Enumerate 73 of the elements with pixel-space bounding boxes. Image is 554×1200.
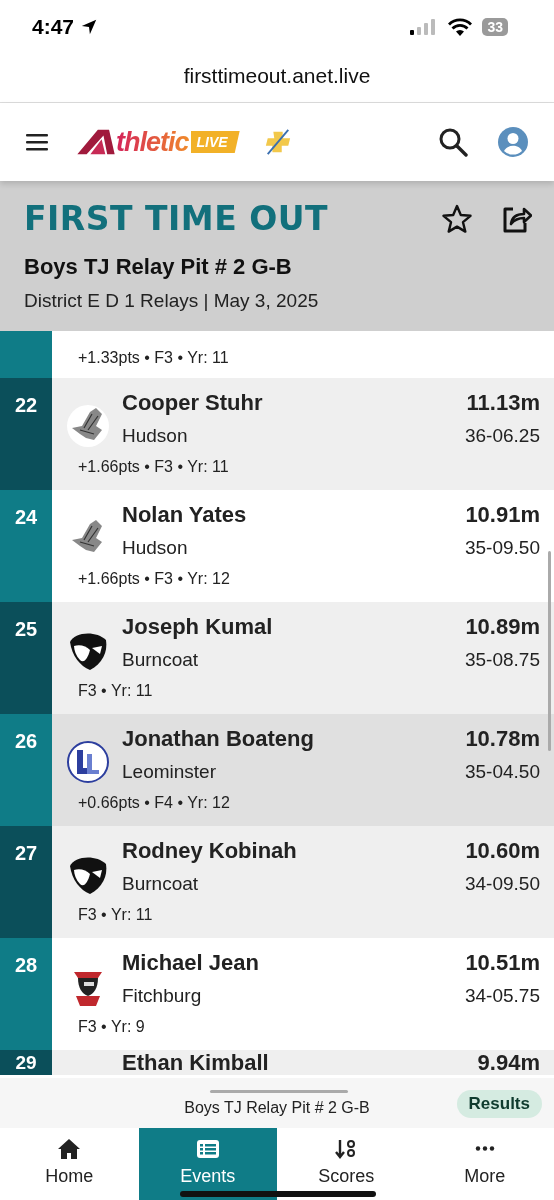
- url-bar[interactable]: firsttimeout.anet.live: [0, 50, 554, 103]
- place-number: 27: [14, 842, 38, 864]
- result-row[interactable]: 26 Jonathan Boateng Leominster 10.78m 35-04.50 +0.66pts • F4 • Yr: 12: [0, 714, 554, 826]
- event-subtitle: District E D 1 Relays | May 3, 2025: [24, 290, 320, 312]
- plus-icon: [263, 128, 292, 156]
- team-name: Leominster: [122, 761, 217, 783]
- athlete-detail: F3 • Yr: 11: [77, 682, 154, 700]
- search-icon[interactable]: [438, 127, 468, 157]
- account-icon[interactable]: [498, 127, 528, 157]
- athlete-name: Ethan Kimball: [122, 1049, 269, 1076]
- team-name: Burncoat: [122, 873, 200, 895]
- crest-logo-icon: [66, 740, 110, 784]
- location-arrow-icon: [80, 18, 99, 36]
- athlete-name: Rodney Kobinah: [122, 838, 298, 864]
- event-title: Boys TJ Relay Pit # 2 G-B: [24, 254, 293, 280]
- place-number: 29: [15, 1052, 37, 1073]
- nav-tab[interactable]: Home: [0, 1128, 139, 1200]
- imperial-mark: 35-09.50: [465, 537, 540, 559]
- place-number: 25: [14, 618, 38, 640]
- team-name: Burncoat: [122, 649, 200, 671]
- athlete-detail: +1.33pts • F3 • Yr: 11: [77, 349, 230, 367]
- drag-handle[interactable]: [210, 1090, 348, 1093]
- metric-mark: 10.78m: [465, 726, 540, 752]
- imperial-mark: 35-04.50: [465, 761, 540, 783]
- metric-mark: 9.94m: [477, 1049, 540, 1076]
- place-number: 28: [14, 954, 38, 976]
- now-viewing-title: Boys TJ Relay Pit # 2 G-B: [184, 1099, 370, 1117]
- team-name: Hudson: [122, 425, 189, 447]
- favorite-star-icon[interactable]: [442, 203, 472, 234]
- imperial-mark: 36-06.25: [465, 425, 540, 447]
- athlete-name: Cooper Stuhr: [122, 390, 264, 416]
- place-number: 22: [14, 394, 38, 416]
- athlete-detail: F3 • Yr: 11: [77, 906, 154, 924]
- metric-mark: 10.60m: [465, 838, 540, 864]
- imperial-mark: 34-05.75: [465, 985, 540, 1007]
- athlete-name: Michael Jean: [122, 950, 260, 976]
- place-column: [0, 331, 52, 378]
- place-number: 26: [14, 730, 38, 752]
- meet-title: FIRST TIME OUT: [24, 199, 330, 238]
- result-row[interactable]: 25 Joseph Kumal Burncoat 10.89m 35-08.75 F3 • Yr: 11: [0, 602, 554, 714]
- metric-mark: 10.51m: [465, 950, 540, 976]
- clock: 4:47: [32, 15, 75, 39]
- logo-mark-icon: [76, 128, 116, 156]
- athlete-detail: F3 • Yr: 9: [77, 1018, 146, 1036]
- athlete-detail: +1.66pts • F3 • Yr: 11: [77, 458, 230, 476]
- logo-badge: LIVE: [190, 131, 240, 153]
- athlete-name: Jonathan Boateng: [122, 726, 315, 752]
- place-number: 24: [14, 506, 38, 528]
- wifi-icon: [448, 18, 473, 36]
- metric-mark: 10.91m: [465, 502, 540, 528]
- athlete-detail: +0.66pts • F4 • Yr: 12: [77, 794, 231, 812]
- team-name: Fitchburg: [122, 985, 203, 1007]
- imperial-mark: 35-08.75: [465, 649, 540, 671]
- list-icon: [195, 1138, 220, 1160]
- metric-mark: 11.13m: [465, 390, 540, 416]
- metric-mark: 10.89m: [465, 614, 540, 640]
- imperial-mark: 34-09.50: [465, 873, 540, 895]
- menu-icon[interactable]: [26, 133, 48, 151]
- athlete-detail: +1.66pts • F3 • Yr: 12: [77, 570, 231, 588]
- signal-icon: [410, 19, 437, 35]
- result-row[interactable]: 29 Ethan Kimball 9.94m: [0, 1050, 554, 1075]
- home-icon: [57, 1138, 82, 1160]
- nav-tab[interactable]: More: [415, 1128, 554, 1200]
- battery-indicator: 33: [482, 18, 508, 36]
- results-button[interactable]: Results: [456, 1090, 542, 1118]
- result-row[interactable]: 27 Rodney Kobinah Burncoat 10.60m 34-09.50 F3 • Yr: 11: [0, 826, 554, 938]
- nav-tab[interactable]: Events: [138, 1128, 277, 1200]
- nav-tab[interactable]: Scores: [277, 1128, 416, 1200]
- team-name: Hudson: [122, 537, 189, 559]
- now-viewing-bar[interactable]: Boys TJ Relay Pit # 2 G-B Results: [0, 1078, 554, 1128]
- athlete-name: Nolan Yates: [122, 502, 248, 528]
- result-row[interactable]: 22 Cooper Stuhr Hudson 11.13m 36-06.25 +1.66pts • F3 • Yr: 11: [0, 378, 554, 490]
- athlete-name: Joseph Kumal: [122, 614, 274, 640]
